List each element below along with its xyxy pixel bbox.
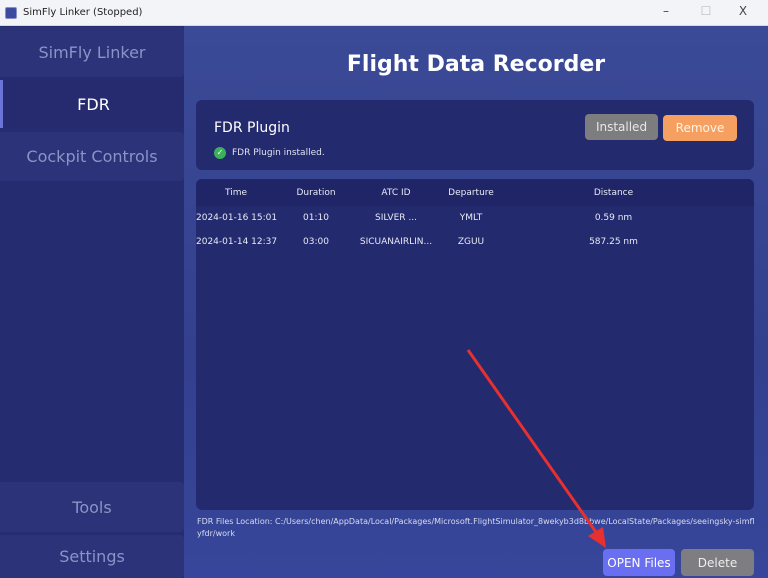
annotation-arrow-icon [466, 349, 606, 548]
